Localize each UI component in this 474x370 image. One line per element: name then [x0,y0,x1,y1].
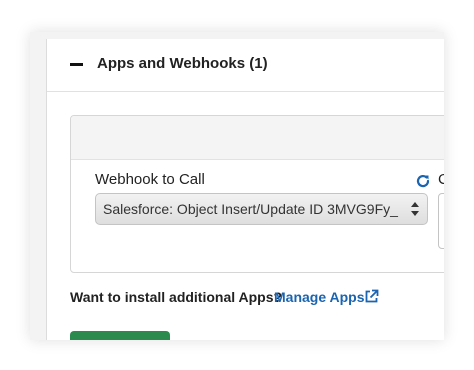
external-link-icon[interactable] [364,289,379,304]
screenshot-stage: Apps and Webhooks (1) Webhook to Call C … [0,0,474,370]
next-field-label: C [438,171,444,188]
webhook-select[interactable]: Salesforce: Object Insert/Update ID 3MVG… [95,193,428,225]
save-button[interactable] [70,331,170,340]
webhook-select-value: Salesforce: Object Insert/Update ID 3MVG… [103,201,398,217]
next-field-input[interactable] [438,193,444,249]
minus-icon[interactable] [70,63,83,66]
apps-webhooks-panel: Apps and Webhooks (1) Webhook to Call C … [46,39,444,340]
section-title: Apps and Webhooks (1) [97,55,268,72]
refresh-icon[interactable] [415,173,431,189]
manage-apps-link[interactable]: Manage Apps [274,289,365,305]
section-header[interactable]: Apps and Webhooks (1) [47,39,444,92]
install-apps-prompt: Want to install additional Apps? [70,289,283,305]
select-arrows-icon [411,202,419,216]
card-container: Apps and Webhooks (1) Webhook to Call C … [30,32,444,340]
webhook-config-box: Webhook to Call C Salesforce: Object Ins… [70,115,444,273]
webhook-to-call-label: Webhook to Call [95,171,205,188]
webhook-box-header [71,116,444,160]
